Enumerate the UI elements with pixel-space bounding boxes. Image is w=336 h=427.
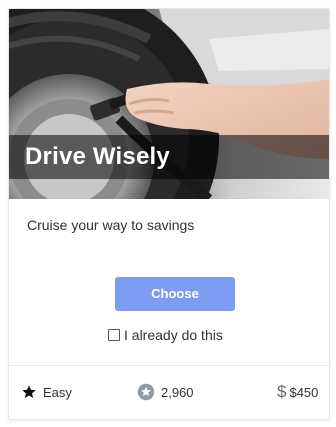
savings-stat: $ $450 (277, 382, 318, 402)
card-footer: Easy 2,960 $ $450 (9, 366, 329, 419)
hero-image: Drive Wisely (9, 9, 329, 199)
checkbox-icon[interactable] (108, 329, 120, 341)
already-do-this-label: I already do this (124, 327, 223, 343)
star-icon (22, 385, 36, 398)
tip-card: Drive Wisely Cruise your way to savings … (8, 8, 330, 420)
difficulty-label: Easy (43, 384, 72, 400)
points-value: 2,960 (161, 384, 194, 400)
choose-button[interactable]: Choose (115, 277, 235, 311)
card-subtitle: Cruise your way to savings (27, 217, 195, 233)
savings-value: $450 (289, 384, 319, 400)
dollar-icon: $ (277, 382, 287, 401)
difficulty-stat: Easy (21, 382, 72, 402)
already-do-this-checkbox[interactable]: I already do this (108, 325, 223, 345)
points-stat: 2,960 (137, 382, 194, 402)
star-badge-icon (137, 383, 155, 401)
card-title: Drive Wisely (9, 135, 329, 179)
